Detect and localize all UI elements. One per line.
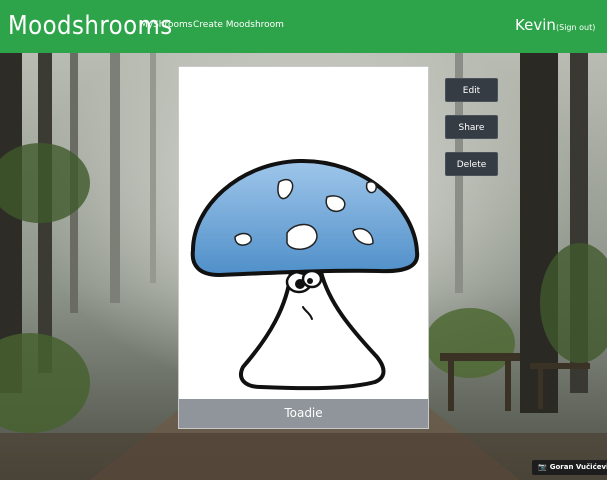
nav-link-create-moodshroom[interactable]: Create Moodshroom <box>193 20 284 30</box>
sign-out-link[interactable]: (Sign out) <box>556 23 595 32</box>
edit-button[interactable]: Edit <box>445 78 498 102</box>
nav-link-myshrooms[interactable]: MyShrooms <box>140 20 192 30</box>
delete-button[interactable]: Delete <box>445 152 498 176</box>
moodshroom-card: Toadie <box>178 66 429 429</box>
photo-credit[interactable]: 📷 Goran Vučićević <box>532 460 607 475</box>
camera-icon: 📷 <box>538 463 547 471</box>
mushroom-illustration <box>179 67 428 399</box>
share-button[interactable]: Share <box>445 115 498 139</box>
top-navbar: Moodshrooms MyShrooms Create Moodshroom … <box>0 0 607 53</box>
photo-credit-text: Goran Vučićević <box>549 463 607 471</box>
card-name-label: Toadie <box>179 399 428 428</box>
user-name: Kevin <box>515 16 556 34</box>
